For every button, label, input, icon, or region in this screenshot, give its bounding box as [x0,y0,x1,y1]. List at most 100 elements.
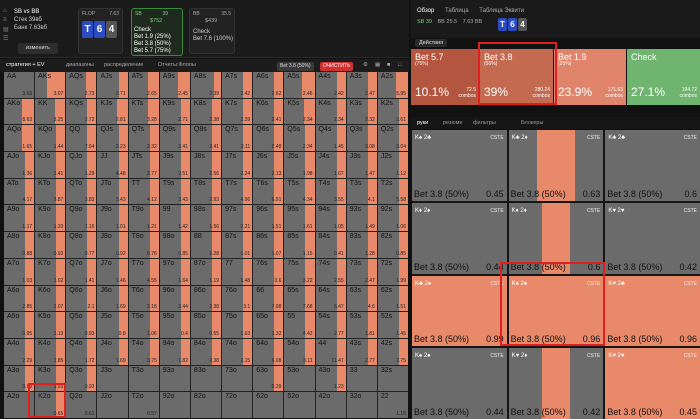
matrix-cell[interactable]: A4s 2.42 [315,72,346,98]
matrix-cell[interactable]: J4o 1.69 [97,338,128,365]
sb-action[interactable]: Check [134,27,171,34]
matrix-cell[interactable]: 52s 1.45 [377,312,408,338]
matrix-cell[interactable]: J7o 1.46 [97,258,128,285]
matrix-cell[interactable]: A5s 2.46 [284,72,315,98]
matrix-cell[interactable]: 85s 1.15 [284,232,315,258]
matrix-cell[interactable]: QJo 1.29 [66,152,97,178]
matrix-cell[interactable]: K9o 1.33 [35,205,66,232]
flop-card[interactable]: FLOP 7.63 T 6 4 [78,8,123,54]
matrix-cell[interactable]: J5s 1.98 [284,152,315,178]
matrix-cell[interactable]: A9o 1.17 [4,205,35,232]
matrix-cell[interactable]: A6s 2.62 [253,72,284,98]
matrix-cell[interactable]: 62s 1.51 [377,285,408,312]
matrix-cell[interactable]: K7s 2.39 [222,98,253,125]
matrix-cell[interactable]: K3s 2.32 [346,98,377,125]
matrix-cell[interactable]: T9o 1.21 [128,205,159,232]
matrix-cell[interactable]: 62o [253,392,284,418]
subtab-summary[interactable]: резюме [443,120,462,126]
matrix-cell[interactable]: 88 1.28 [190,232,222,258]
matrix-cell[interactable]: T8o 0.76 [128,232,159,258]
grid-view-icon[interactable]: ▦ [375,62,380,68]
matrix-cell[interactable]: 98o 0.85 [159,232,190,258]
matrix-cell[interactable]: QTo 3.83 [66,178,97,205]
matrix-cell[interactable]: KK 3.25 [35,98,66,125]
matrix-cell[interactable]: T8s 2.93 [190,178,222,205]
matrix-cell[interactable]: 83o [190,365,222,392]
matrix-cell[interactable]: K5o 1.13 [35,312,66,338]
matrix-cell[interactable]: QTs 2.32 [128,125,159,152]
matrix-cell[interactable]: 93o [159,365,190,392]
matrix-cell[interactable]: K6s 2.41 [253,98,284,125]
matrix-cell[interactable]: 96o 2.44 [159,285,190,312]
matrix-cell[interactable]: 42s 2.75 [377,338,408,365]
matrix-cell[interactable]: T9s 3.43 [159,178,190,205]
matrix-cell[interactable]: 75s 3.22 [284,258,315,285]
matrix-cell[interactable]: A5o 0.95 [4,312,35,338]
matrix-cell[interactable]: Q7s 2.11 [222,125,253,152]
hand-combo-cell[interactable]: K♦ 2♦ CSTE Bet 3.8 (50%) 0.6 [508,202,604,274]
matrix-cell[interactable]: 74s 2.55 [315,258,346,285]
matrix-cell[interactable]: 54o 3.11 [284,338,315,365]
matrix-cell[interactable]: 83s 1.28 [346,232,377,258]
matrix-cell[interactable]: T6o 3.18 [128,285,159,312]
matrix-cell[interactable]: 32o [346,392,377,418]
matrix-cell[interactable]: 85o 0.55 [190,312,222,338]
matrix-cell[interactable]: 86o 2.38 [190,285,222,312]
matrix-cell[interactable]: J2s 1.12 [377,152,408,178]
matrix-cell[interactable]: ATo 4.17 [4,178,35,205]
matrix-cell[interactable]: 65o 1.32 [253,312,284,338]
matrix-cell[interactable]: 92s 1.06 [377,205,408,232]
subtab-filters[interactable]: фильтры [473,120,496,126]
matrix-cell[interactable]: AQs 2.73 [66,72,97,98]
matrix-cell[interactable]: 76o 3.1 [222,285,253,312]
matrix-cell[interactable]: 87o 1.19 [190,258,222,285]
matrix-cell[interactable]: A4o 2.29 [4,338,35,365]
matrix-cell[interactable]: 63s 4.6 [346,285,377,312]
square-outline-icon[interactable]: □ [398,62,401,68]
matrix-cell[interactable]: 44 11.47 [315,338,346,365]
subtab-hands[interactable]: руки [417,120,428,126]
matrix-cell[interactable]: 99 1.42 [159,205,190,232]
strategy-card[interactable]: Bet 1.9 (25%) 23.9% 171.63 combos [554,49,626,105]
matrix-cell[interactable]: KJo 1.41 [35,152,66,178]
strategy-card[interactable]: Bet 5.7 (75%) 10.1% 72.5 combos [411,49,479,105]
matrix-cell[interactable]: 86s 1.07 [253,232,284,258]
matrix-cell[interactable]: 42o [315,392,346,418]
matrix-cell[interactable]: ATs 2.65 [128,72,159,98]
strategy-tab[interactable]: стратегия + EV [6,62,44,68]
matrix-cell[interactable]: A6o 2.85 [4,285,35,312]
matrix-cell[interactable]: J8s 2.56 [190,152,222,178]
matrix-cell[interactable]: K7o 1.02 [35,258,66,285]
bb-action-card[interactable]: BB 35.5 $439 Check Bet 7.6 (100%) [189,8,235,54]
strategy-card[interactable]: Bet 3.8 (50%) 39% 280.24 combos [480,49,553,105]
matrix-cell[interactable]: 32s [377,365,408,392]
matrix-cell[interactable]: J3o [97,365,128,392]
matrix-cell[interactable]: T3s 4.1 [346,178,377,205]
matrix-cell[interactable]: QJs 2.23 [97,125,128,152]
sliders-icon[interactable]: ≡ [3,17,11,26]
matrix-cell[interactable]: A8o 0.88 [4,232,35,258]
matrix-cell[interactable]: 95o 0.4 [159,312,190,338]
matrix-cell[interactable]: JTs 2.77 [128,152,159,178]
home-icon[interactable]: ⌂ [3,8,11,17]
matrix-cell[interactable]: 96s 1.51 [253,205,284,232]
matrix-cell[interactable]: J5o 0.8 [97,312,128,338]
matrix-cell[interactable]: 22 1.15 [377,392,408,418]
matrix-cell[interactable]: 65s 7.68 [284,285,315,312]
matrix-cell[interactable]: A3s 2.47 [346,72,377,98]
hand-combo-cell[interactable]: K♠ 2♠ CSTE Bet 3.8 (50%) 0.96 [508,275,604,347]
matrix-cell[interactable]: KJs 2.81 [97,98,128,125]
sb-action-card[interactable]: SB 39 $752 Check Bet 1.9 (25%) Bet 3.8 (… [131,8,183,56]
matrix-cell[interactable]: J9s 2.51 [159,152,190,178]
matrix-cell[interactable]: 53o [284,365,315,392]
matrix-cell[interactable]: T3o [128,365,159,392]
matrix-cell[interactable]: 75o 1.63 [222,312,253,338]
matrix-cell[interactable]: Q3s 3.08 [346,125,377,152]
matrix-cell[interactable]: J6s 2.13 [253,152,284,178]
hand-combo-cell[interactable]: K♥ 2♦ CSTE Bet 3.8 (50%) 0.42 [508,348,604,419]
matrix-cell[interactable]: KQs 2.72 [66,98,97,125]
matrix-cell[interactable]: Q2s 3.04 [377,125,408,152]
matrix-cell[interactable]: 52o [284,392,315,418]
hand-combo-cell[interactable]: K♥ 2♥ CSTE Bet 3.8 (50%) 0.42 [605,202,700,274]
ranges-tab[interactable]: диапазоны [66,62,94,68]
